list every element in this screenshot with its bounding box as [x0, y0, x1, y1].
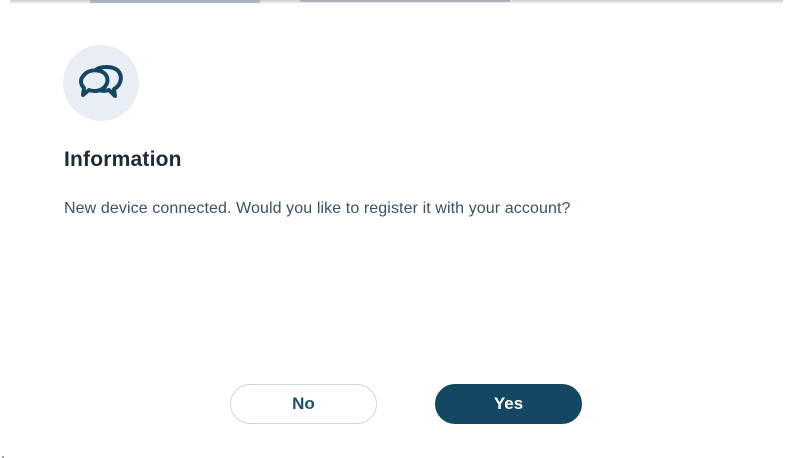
yes-button[interactable]: Yes: [435, 384, 582, 424]
background-window-strip: [90, 0, 260, 3]
information-dialog: Information New device connected. Would …: [10, 4, 783, 458]
dialog-message: New device connected. Would you like to …: [64, 200, 571, 217]
background-window-strip: [300, 0, 510, 2]
screen: Information New device connected. Would …: [0, 0, 795, 458]
chat-bubbles-icon: [79, 65, 123, 98]
dialog-title: Information: [64, 148, 182, 171]
no-button[interactable]: No: [230, 384, 377, 424]
dialog-icon-badge: [63, 45, 139, 121]
